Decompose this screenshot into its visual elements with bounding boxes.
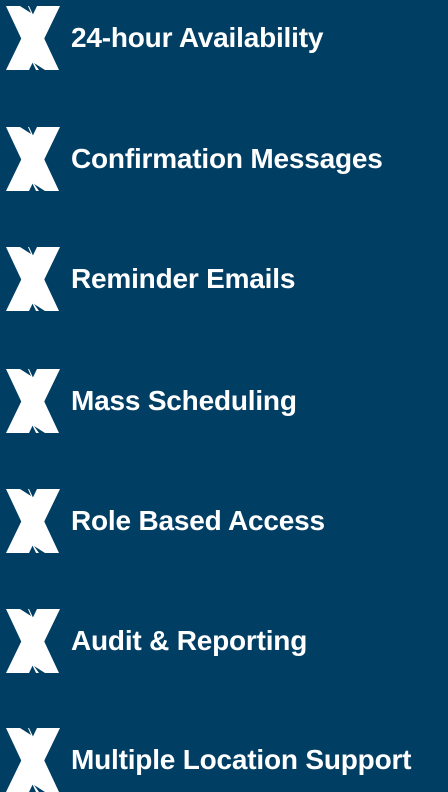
feature-item-confirmation-messages: Confirmation Messages (6, 127, 383, 191)
feature-item-multiple-location-support: Multiple Location Support (6, 728, 412, 792)
x-logo-icon (6, 247, 60, 311)
x-logo-icon (6, 6, 60, 70)
x-logo-icon (6, 489, 60, 553)
feature-item-mass-scheduling: Mass Scheduling (6, 369, 297, 433)
feature-label: Confirmation Messages (71, 143, 383, 174)
x-logo-icon (6, 728, 60, 792)
feature-label: Mass Scheduling (71, 385, 297, 416)
feature-list: 24-hour Availability Confirmation Messag… (0, 0, 448, 792)
feature-label: Role Based Access (71, 505, 325, 536)
feature-item-audit-reporting: Audit & Reporting (6, 609, 307, 673)
feature-label: Audit & Reporting (71, 625, 308, 656)
feature-label: 24-hour Availability (71, 22, 324, 53)
feature-label: Reminder Emails (71, 263, 296, 294)
feature-item-reminder-emails: Reminder Emails (6, 247, 295, 311)
feature-label: Multiple Location Support (71, 744, 412, 775)
x-logo-icon (6, 369, 60, 433)
feature-item-24-hour-availability: 24-hour Availability (6, 6, 323, 70)
feature-item-role-based-access: Role Based Access (6, 489, 325, 553)
x-logo-icon (6, 127, 60, 191)
x-logo-icon (6, 609, 60, 673)
